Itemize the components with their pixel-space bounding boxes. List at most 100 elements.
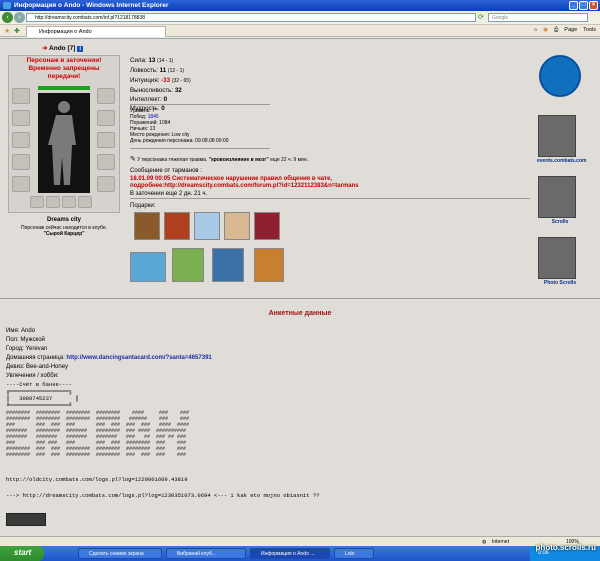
earring-slot[interactable] (97, 88, 115, 104)
counter-badge[interactable] (6, 513, 46, 526)
leggings-slot[interactable] (97, 154, 115, 170)
anketa-city: Город: Yerevan (6, 346, 48, 352)
info-icon[interactable]: i (77, 46, 84, 52)
add-favorites-icon[interactable]: ✚ (14, 27, 20, 35)
stat-row: Интуиция: -33 (32 - 65) (130, 77, 191, 84)
anketa-block: Имя: Ando Пол: Мужской Город: Yerevan До… (6, 327, 212, 381)
trauma-notice: ✎ У персонажа тяжелая травма. "кровоизли… (130, 156, 308, 163)
character-silhouette (38, 93, 90, 193)
prison-line1: Персонаж в заточении! (26, 57, 102, 64)
gift-item[interactable] (194, 212, 220, 240)
stat-row: Ловкость: 11 (12 - 1) (130, 67, 185, 74)
ring1-slot[interactable] (30, 196, 44, 208)
zone-label: Internet (492, 539, 509, 545)
maximize-button[interactable]: □ (579, 1, 588, 10)
divider (130, 148, 270, 149)
gift-item[interactable] (130, 252, 166, 282)
gift-item[interactable] (164, 212, 190, 240)
tab-ando[interactable]: Информация о Ando (26, 26, 166, 37)
forward-button[interactable]: › (14, 12, 25, 23)
tab-label: Информация о Ando (39, 29, 92, 35)
boots-slot[interactable] (97, 176, 115, 192)
club-status: Персонаж сейчас находится в клубе. "Сыро… (8, 225, 120, 237)
taskbar-item[interactable]: Lolo (334, 548, 374, 559)
tools-menu[interactable]: Tools (583, 27, 596, 34)
gift-item[interactable] (172, 248, 204, 282)
minimize-button[interactable]: _ (569, 1, 578, 10)
search-input[interactable]: Google (488, 13, 588, 22)
address-bar: ‹ › http://dreamscity.combats.com/inf.pl… (0, 11, 600, 25)
back-button[interactable]: ‹ (2, 12, 13, 23)
character-level: [7] (67, 45, 76, 52)
url-input[interactable]: http://dreamscity.combats.com/inf.pl?121… (26, 13, 476, 22)
window-controls: _ □ × (569, 1, 598, 10)
window-titlebar: Информация о Ando - Windows Internet Exp… (0, 0, 600, 11)
prison-notice: Персонаж в заточении! Временно запрещены… (8, 57, 120, 81)
ie-icon (3, 2, 11, 9)
hp-bar (38, 86, 90, 90)
gift-item[interactable] (212, 248, 244, 282)
anketa-motto: Девиз: Bee-and-Honey (6, 364, 69, 370)
divider (0, 298, 600, 299)
status-bar: ◍ Internet 100% (0, 536, 600, 546)
combats-logo[interactable] (539, 55, 581, 97)
start-button[interactable]: start (0, 546, 44, 561)
photo-scrolls-banner[interactable] (538, 237, 576, 279)
message-link[interactable]: подробнее:http://dreamscity.combats.com/… (130, 183, 430, 191)
taskbar-item[interactable]: Сделать снимок экрана (78, 548, 162, 559)
amulet-slot[interactable] (12, 110, 30, 126)
armor-slot[interactable] (12, 154, 30, 170)
log-link-2[interactable]: ---> http://dreamscity.combats.com/logs.… (6, 492, 320, 499)
anketa-title: Анкетные данные (268, 310, 332, 317)
page-menu[interactable]: Page (564, 27, 577, 34)
window-title: Информация о Ando - Windows Internet Exp… (14, 2, 169, 9)
ring4-slot[interactable] (78, 196, 92, 208)
shield-slot[interactable] (97, 132, 115, 148)
trauma-icon: ✎ (130, 156, 136, 163)
gloves-slot[interactable] (97, 110, 115, 126)
taskbar-item-active[interactable]: Информация о Ando ... (250, 548, 330, 559)
arrow-icon: ➔ (42, 45, 48, 52)
birthday-info: День рождения персонажа: 09.08.08 00:00 (130, 138, 229, 144)
message-line3: В заточении еще 2 дн. 21 ч. (130, 190, 208, 197)
refresh-icon[interactable]: ⟳ (478, 13, 484, 21)
taskbar: start Сделать снимок экрана Вибраний клу… (0, 546, 600, 561)
character-info: Уровень: 7 Побед: 1845 Поражений: 1084 Н… (130, 108, 229, 144)
gift-item[interactable] (254, 248, 284, 282)
helmet-slot[interactable] (12, 88, 30, 104)
message-heading: Сообщение от тарманов : (130, 168, 202, 174)
stat-row: Выносливость: 32 (130, 87, 182, 94)
anketa-homepage: Домашняя страница: http://www.dancingsan… (6, 355, 212, 361)
tab-bar: ★ ✚ Информация о Ando ⌂ ◉ ⎙ Page Tools (0, 25, 600, 37)
divider (130, 104, 270, 105)
print-icon[interactable]: ⎙ (554, 27, 558, 34)
scrolls-banner[interactable] (538, 176, 576, 218)
ring2-slot[interactable] (46, 196, 60, 208)
city-name: Dreams city (46, 217, 82, 223)
gifts-label: Подарки: (130, 203, 156, 209)
weapon-slot[interactable] (12, 132, 30, 148)
belt-slot[interactable] (12, 176, 30, 192)
ascii-art: ######## ######## ######## ######## ####… (6, 410, 190, 458)
events-link[interactable]: events.combats.com (537, 158, 586, 164)
gift-item[interactable] (224, 212, 250, 240)
ring3-slot[interactable] (62, 196, 76, 208)
scrolls-link[interactable]: Scrolls (537, 219, 583, 225)
command-bar: ⌂ ◉ ⎙ Page Tools (534, 27, 596, 34)
homepage-link[interactable]: http://www.dancingsantacard.com/?santa=4… (66, 355, 211, 361)
photo-scrolls-link[interactable]: Photo Scrolls (537, 280, 583, 286)
watermark: photo.scrolls.ru (535, 543, 596, 552)
character-name[interactable]: Ando (49, 45, 66, 52)
events-banner[interactable] (538, 115, 576, 157)
close-button[interactable]: × (589, 1, 598, 10)
message-line1: 18.01.09 00:05 Систематическое нарушение… (130, 175, 332, 182)
favorites-star-icon[interactable]: ★ (4, 27, 10, 35)
taskbar-item[interactable]: Вибраний клуб... (166, 548, 246, 559)
gift-item[interactable] (134, 212, 160, 240)
feeds-icon[interactable]: ◉ (543, 27, 548, 34)
gift-item[interactable] (254, 212, 280, 240)
anketa-name: Имя: Ando (6, 328, 36, 334)
anketa-sex: Пол: Мужской (6, 337, 45, 343)
home-icon[interactable]: ⌂ (534, 27, 537, 34)
log-link-1[interactable]: http://oldcity.combats.com/logs.pl?log=1… (6, 476, 188, 483)
